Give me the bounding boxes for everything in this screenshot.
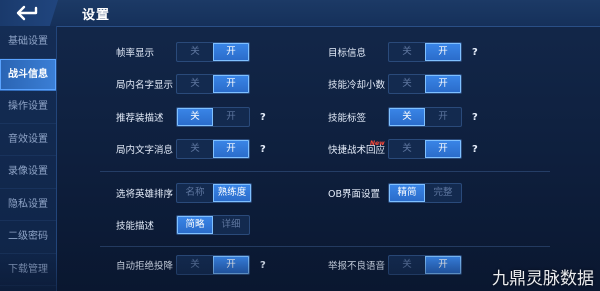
option-name[interactable]: 名称 <box>177 184 213 202</box>
sidebar-item-replay[interactable]: 录像设置 <box>0 156 56 189</box>
in-game-text-toggle: 关 开 <box>176 139 250 159</box>
page-title: 设置 <box>82 8 111 23</box>
setting-in-game-name: 局内名字显示 关 开 <box>116 73 250 95</box>
report-voice-toggle: 关 开 <box>388 255 462 275</box>
help-icon[interactable]: ? <box>472 112 478 123</box>
option-brief[interactable]: 简略 <box>177 216 213 234</box>
back-button[interactable] <box>0 0 58 26</box>
setting-label: 举报不良语音 <box>328 261 386 272</box>
section-divider <box>100 246 550 247</box>
auto-reject-toggle: 关 开 <box>176 255 250 275</box>
toggle-off[interactable]: 关 <box>389 75 425 93</box>
skill-cooldown-toggle: 关 开 <box>388 74 462 94</box>
toggle-on[interactable]: 开 <box>213 75 249 93</box>
target-info-toggle: 关 开 <box>388 42 462 62</box>
sidebar-item-privacy[interactable]: 隐私设置 <box>0 189 56 221</box>
settings-content: 帧率显示 关 开 目标信息 关 开 ? 局内名字显示 关 开 技能冷却小数 关 … <box>56 26 600 291</box>
setting-quick-tactics: 快捷战术回应 关 开 ? <box>328 138 478 160</box>
help-icon[interactable]: ? <box>472 47 478 58</box>
setting-auto-reject-surrender: 自动拒绝投降 关 开 ? <box>116 254 266 276</box>
ob-interface-toggle: 精简 完整 <box>388 183 462 203</box>
toggle-on[interactable]: 开 <box>425 43 461 61</box>
setting-label: 推荐装描述 <box>116 113 164 124</box>
in-game-name-toggle: 关 开 <box>176 74 250 94</box>
toggle-off[interactable]: 关 <box>177 75 213 93</box>
help-icon[interactable]: ? <box>472 144 478 155</box>
quick-tactics-toggle: 关 开 <box>388 139 462 159</box>
setting-target-info: 目标信息 关 开 ? <box>328 41 478 63</box>
toggle-on[interactable]: 开 <box>425 108 461 126</box>
toggle-on[interactable]: 开 <box>425 75 461 93</box>
toggle-off[interactable]: 关 <box>177 108 213 126</box>
setting-hero-sort: 选将英雄排序 名称 熟练度 <box>116 182 252 204</box>
setting-label: 局内名字显示 <box>116 80 174 91</box>
setting-recommend-gear: 推荐装描述 关 开 ? <box>116 106 266 128</box>
skill-tag-toggle: 关 开 <box>388 107 462 127</box>
watermark: 九鼎灵脉数据 <box>492 269 594 289</box>
setting-label: 局内文字消息 <box>116 145 174 156</box>
sidebar-item-battle-info[interactable]: 战斗信息 <box>0 58 56 91</box>
setting-frame-rate: 帧率显示 关 开 <box>116 41 250 63</box>
toggle-on[interactable]: 开 <box>425 140 461 158</box>
toggle-off[interactable]: 关 <box>177 43 213 61</box>
setting-skill-cooldown-decimal: 技能冷却小数 关 开 <box>328 73 462 95</box>
help-icon[interactable]: ? <box>260 112 266 123</box>
setting-skill-tag: 技能标签 关 开 ? <box>328 106 478 128</box>
sidebar-item-controls[interactable]: 操作设置 <box>0 91 56 124</box>
option-simple[interactable]: 精简 <box>389 184 425 202</box>
recommend-gear-toggle: 关 开 <box>176 107 250 127</box>
toggle-off[interactable]: 关 <box>177 256 213 274</box>
setting-ob-interface: OB界面设置 精简 完整 <box>328 182 462 204</box>
setting-label: 快捷战术回应 <box>328 145 386 156</box>
top-bar: 设置 <box>0 0 600 27</box>
toggle-off[interactable]: 关 <box>389 256 425 274</box>
option-detailed[interactable]: 详细 <box>213 216 249 234</box>
section-divider <box>100 171 550 172</box>
setting-label: 帧率显示 <box>116 48 155 59</box>
sidebar-item-downloads[interactable]: 下载管理 <box>0 254 56 286</box>
back-arrow-icon <box>16 5 38 21</box>
toggle-off[interactable]: 关 <box>389 140 425 158</box>
setting-label: 选将英雄排序 <box>116 189 174 200</box>
setting-report-bad-voice: 举报不良语音 关 开 <box>328 254 462 276</box>
toggle-on[interactable]: 开 <box>213 140 249 158</box>
toggle-on[interactable]: 开 <box>213 256 249 274</box>
toggle-on[interactable]: 开 <box>213 43 249 61</box>
setting-label: 技能描述 <box>116 221 155 232</box>
frame-rate-toggle: 关 开 <box>176 42 250 62</box>
setting-label: 目标信息 <box>328 48 367 59</box>
option-proficiency[interactable]: 熟练度 <box>213 184 251 202</box>
sidebar-item-sound[interactable]: 音效设置 <box>0 124 56 156</box>
setting-label: 技能标签 <box>328 113 367 124</box>
toggle-on[interactable]: 开 <box>213 108 249 126</box>
setting-label: 自动拒绝投降 <box>116 261 174 272</box>
option-full[interactable]: 完整 <box>425 184 461 202</box>
hero-sort-toggle: 名称 熟练度 <box>176 183 252 203</box>
sidebar-item-secondary-password[interactable]: 二级密码 <box>0 221 56 254</box>
setting-label: OB界面设置 <box>328 189 380 200</box>
setting-skill-description: 技能描述 简略 详细 <box>116 214 250 236</box>
sidebar: 基础设置 战斗信息 操作设置 音效设置 录像设置 隐私设置 二级密码 下载管理 <box>0 26 57 291</box>
toggle-off[interactable]: 关 <box>177 140 213 158</box>
help-icon[interactable]: ? <box>260 144 266 155</box>
skill-description-toggle: 简略 详细 <box>176 215 250 235</box>
toggle-off[interactable]: 关 <box>389 43 425 61</box>
sidebar-item-basic[interactable]: 基础设置 <box>0 26 56 59</box>
setting-label: 技能冷却小数 <box>328 80 386 91</box>
toggle-on[interactable]: 开 <box>425 256 461 274</box>
toggle-off[interactable]: 关 <box>389 108 425 126</box>
setting-in-game-text: 局内文字消息 关 开 ? <box>116 138 266 160</box>
help-icon[interactable]: ? <box>260 260 266 271</box>
settings-screen: 设置 基础设置 战斗信息 操作设置 音效设置 录像设置 隐私设置 二级密码 下载… <box>0 0 600 291</box>
